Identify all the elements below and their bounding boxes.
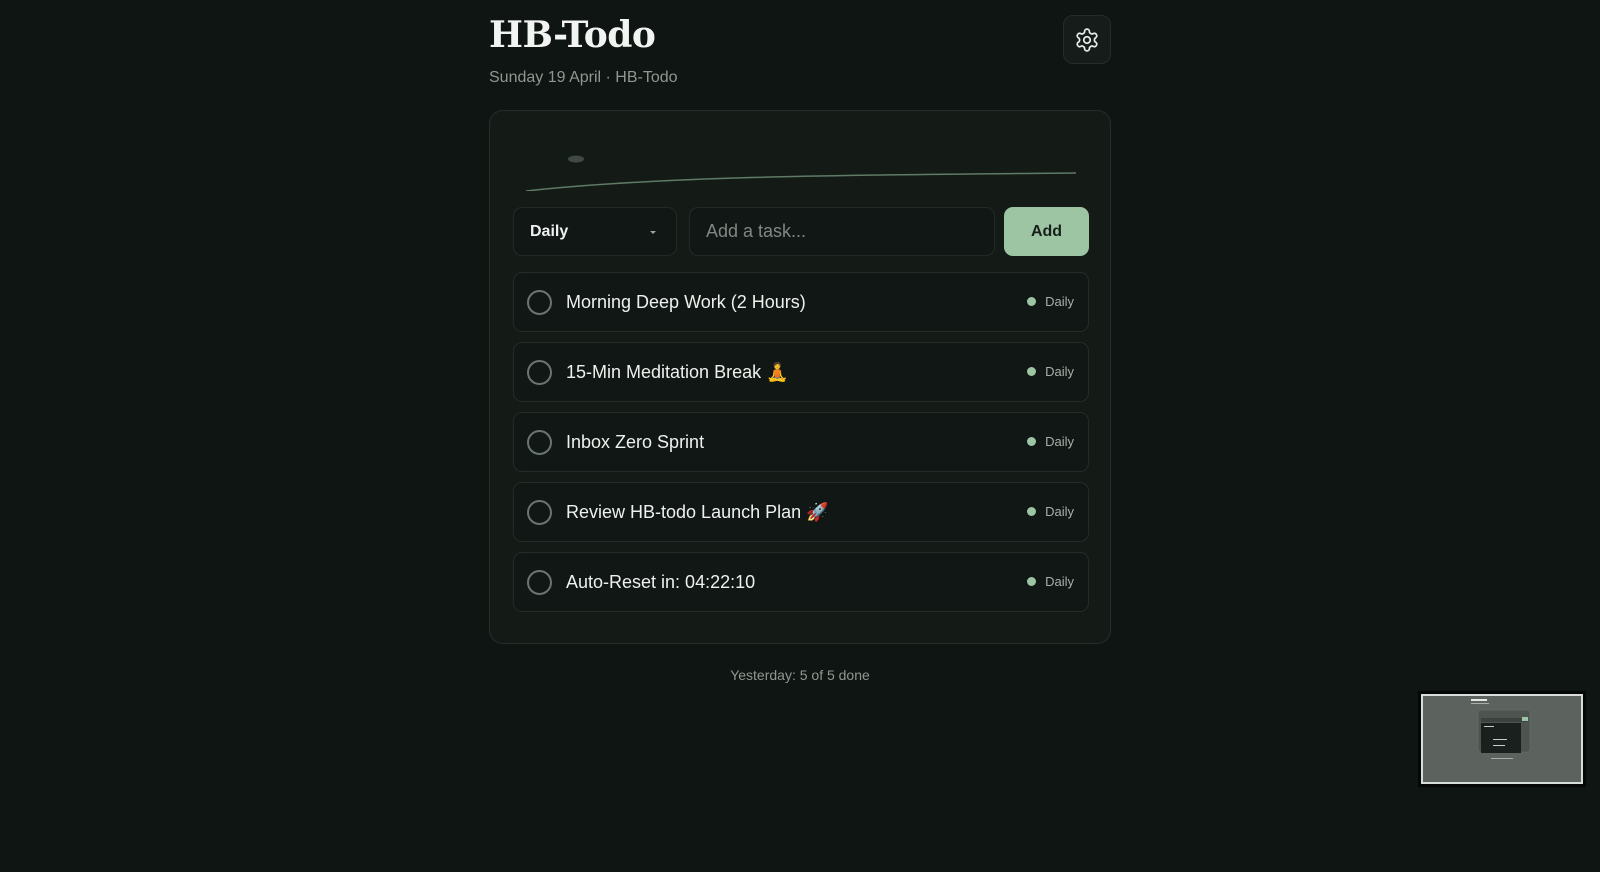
task-item: 15-Min Meditation Break 🧘 Daily [513, 342, 1089, 402]
screenshot-thumbnail[interactable] [1421, 694, 1583, 784]
task-checkbox[interactable] [527, 500, 552, 525]
task-tag: Daily [1027, 574, 1074, 589]
task-checkbox[interactable] [527, 570, 552, 595]
task-item: Auto-Reset in: 04:22:10 Daily [513, 552, 1089, 612]
chevron-down-icon [650, 231, 656, 234]
tag-dot-icon [1027, 577, 1037, 586]
task-text: 15-Min Meditation Break 🧘 [566, 362, 789, 382]
task-text: Morning Deep Work (2 Hours) [566, 292, 806, 312]
task-item: Review HB-todo Launch Plan 🚀 Daily [513, 482, 1089, 542]
sparkline-line [525, 172, 1077, 191]
thumbnail-preview [1423, 696, 1581, 782]
task-tag-label: Daily [1045, 364, 1074, 379]
task-checkbox[interactable] [527, 360, 552, 385]
task-item: Morning Deep Work (2 Hours) Daily [513, 272, 1089, 332]
task-tag-label: Daily [1045, 294, 1074, 309]
task-tag: Daily [1027, 364, 1074, 379]
task-tag-label: Daily [1045, 574, 1074, 589]
tag-dot-icon [1027, 437, 1037, 446]
tag-dot-icon [1027, 367, 1037, 376]
yesterday-summary: Yesterday: 5 of 5 done [730, 667, 870, 683]
task-tag-label: Daily [1045, 434, 1074, 449]
frequency-select[interactable]: Daily [513, 207, 677, 256]
progress-sparkline [525, 155, 1077, 191]
task-input[interactable] [689, 207, 995, 256]
add-task-button[interactable]: Add [1004, 207, 1089, 256]
settings-button[interactable] [1063, 15, 1111, 64]
task-checkbox[interactable] [527, 430, 552, 455]
task-tag: Daily [1027, 504, 1074, 519]
task-tag: Daily [1027, 294, 1074, 309]
task-checkbox[interactable] [527, 290, 552, 315]
app-container: HB-Todo Sunday 19 April · HB-Todo Daily … [489, 0, 1111, 683]
gear-icon [1076, 27, 1098, 52]
todo-card: Daily Add Morning Deep Work (2 Hours) Da… [489, 110, 1111, 644]
page-title: HB-Todo [489, 14, 656, 56]
task-text: Review HB-todo Launch Plan 🚀 [566, 502, 829, 522]
header: HB-Todo Sunday 19 April · HB-Todo [489, 0, 1111, 110]
task-text: Auto-Reset in: 04:22:10 [566, 572, 756, 592]
tag-dot-icon [1027, 297, 1037, 306]
task-controls: Daily Add [513, 207, 1089, 256]
page-subtitle: Sunday 19 April · HB-Todo [489, 69, 678, 86]
tag-dot-icon [1027, 507, 1037, 516]
frequency-select-value: Daily [530, 222, 569, 240]
task-tag-label: Daily [1045, 504, 1074, 519]
task-text: Inbox Zero Sprint [566, 432, 705, 452]
task-item: Inbox Zero Sprint Daily [513, 412, 1089, 472]
task-tag: Daily [1027, 434, 1074, 449]
sparkline-marker [568, 155, 584, 163]
